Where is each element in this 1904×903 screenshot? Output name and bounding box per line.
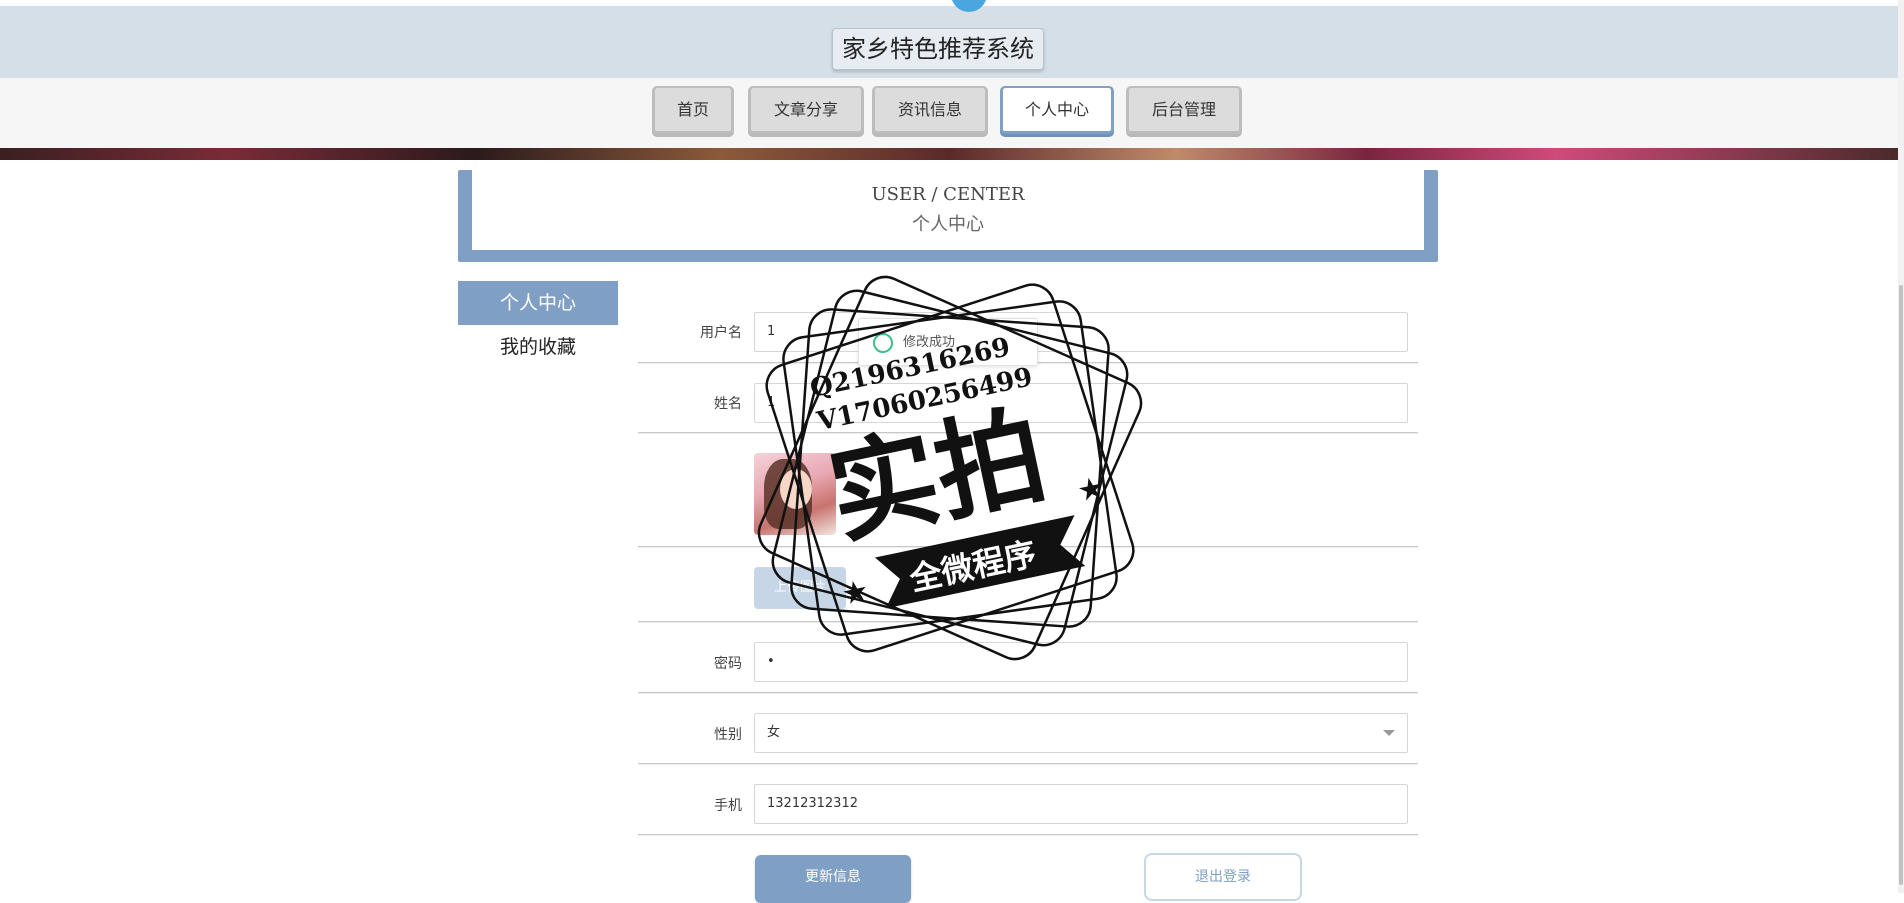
main-nav: 首页 文章分享 资讯信息 个人中心 后台管理 — [0, 78, 1898, 148]
nav-tab-articles[interactable]: 文章分享 — [748, 86, 864, 134]
nav-tab-admin[interactable]: 后台管理 — [1126, 86, 1242, 134]
section-header-box: USER / CENTER 个人中心 — [472, 170, 1424, 250]
section-header: USER / CENTER 个人中心 — [458, 170, 1438, 262]
watermark-stamp: Q2196316269 V17060256499 实拍 全微程序 ★ ★ — [757, 275, 1143, 661]
nav-tab-user-center[interactable]: 个人中心 — [1000, 86, 1114, 134]
username-label: 用户名 — [700, 325, 742, 341]
side-menu-user-center[interactable]: 个人中心 — [458, 281, 618, 325]
form-row-gender: 性别 女 — [638, 693, 1418, 764]
section-title-en: USER / CENTER — [871, 184, 1025, 205]
chevron-down-icon — [1383, 730, 1395, 736]
side-menu-favorites[interactable]: 我的收藏 — [458, 325, 618, 369]
form-row-phone: 手机 13212312312 — [638, 764, 1418, 835]
logout-button[interactable]: 退出登录 — [1144, 853, 1302, 901]
update-info-button[interactable]: 更新信息 — [755, 855, 911, 903]
gender-select[interactable]: 女 — [754, 713, 1408, 753]
logo-icon — [951, 0, 987, 12]
page-scrollbar-thumb[interactable] — [1899, 285, 1903, 885]
site-title: 家乡特色推荐系统 — [832, 28, 1044, 70]
phone-label: 手机 — [714, 798, 742, 814]
top-header: 家乡特色推荐系统 — [0, 0, 1898, 78]
password-label: 密码 — [714, 656, 742, 672]
section-title-cn: 个人中心 — [912, 214, 984, 235]
name-label: 姓名 — [714, 396, 742, 412]
gender-value: 女 — [767, 725, 781, 740]
star-icon: ★ — [839, 573, 873, 613]
gender-label: 性别 — [714, 727, 742, 743]
nav-tab-news[interactable]: 资讯信息 — [872, 86, 988, 134]
phone-input[interactable]: 13212312312 — [754, 784, 1408, 824]
banner-image — [0, 148, 1898, 160]
nav-tab-home[interactable]: 首页 — [652, 86, 734, 134]
